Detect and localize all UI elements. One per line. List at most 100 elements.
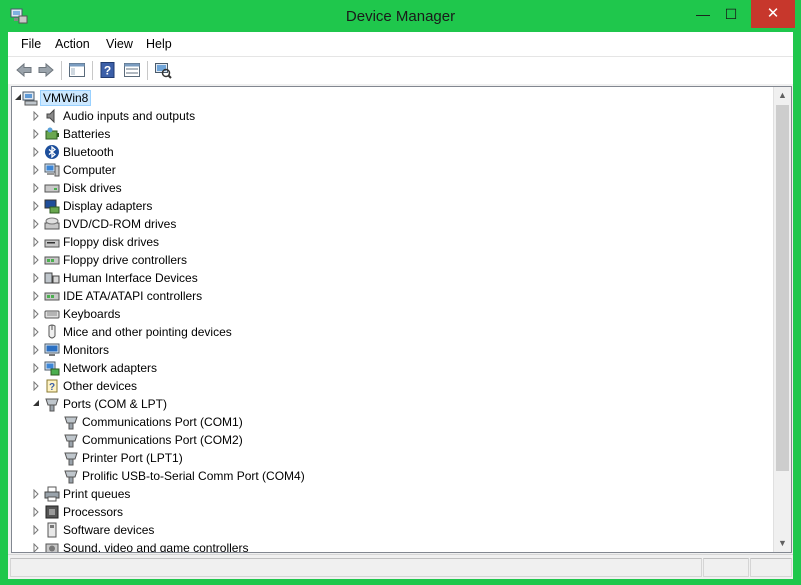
- tree-device-node[interactable]: Communications Port (COM1): [12, 413, 767, 431]
- svg-text:?: ?: [104, 64, 111, 78]
- sound-icon: [45, 543, 59, 552]
- title-bar[interactable]: Device Manager — ☐ ✕: [0, 0, 801, 32]
- tree-category-node[interactable]: Human Interface Devices: [12, 269, 767, 287]
- close-button[interactable]: ✕: [751, 0, 795, 28]
- expand-arrow-icon[interactable]: [32, 129, 40, 139]
- battery-icon: [45, 127, 59, 140]
- dvd-drive-icon: [44, 217, 60, 230]
- tree-node-label: Printer Port (LPT1): [82, 451, 183, 465]
- expand-arrow-icon[interactable]: [32, 147, 40, 157]
- tree-category-node[interactable]: Network adapters: [12, 359, 767, 377]
- tree-category-node[interactable]: Floppy drive controllers: [12, 251, 767, 269]
- expand-arrow-icon[interactable]: [32, 201, 40, 211]
- menu-action[interactable]: Action: [55, 37, 90, 51]
- expand-arrow-icon[interactable]: [32, 183, 40, 193]
- help-icon[interactable]: ?: [99, 61, 117, 79]
- tree-category-node[interactable]: Print queues: [12, 485, 767, 503]
- tree-node-label: Audio inputs and outputs: [63, 109, 196, 123]
- status-bar: [8, 554, 793, 579]
- tree-node-label: Processors: [63, 505, 124, 519]
- tree-category-node[interactable]: Bluetooth: [12, 143, 767, 161]
- scroll-down-arrow[interactable]: ▼: [774, 535, 791, 552]
- tree-category-node[interactable]: ? Other devices: [12, 377, 767, 395]
- network-adapter-icon: [44, 361, 60, 376]
- tree-node-label: Computer: [63, 163, 116, 177]
- window-title: Device Manager: [345, 8, 456, 25]
- menu-file[interactable]: File: [21, 37, 41, 51]
- expand-arrow-icon[interactable]: [32, 345, 40, 355]
- expand-arrow-icon[interactable]: [32, 219, 40, 229]
- mouse-icon: [48, 324, 56, 339]
- tree-node-label: Human Interface Devices: [63, 271, 198, 285]
- scroll-up-arrow[interactable]: ▲: [774, 87, 791, 104]
- collapse-arrow-icon[interactable]: [14, 93, 22, 103]
- disk-drive-icon: [44, 184, 60, 193]
- tree-category-node[interactable]: Display adapters: [12, 197, 767, 215]
- expand-arrow-icon[interactable]: [32, 327, 40, 337]
- menu-help[interactable]: Help: [146, 37, 172, 51]
- tree-node-label: Monitors: [63, 343, 110, 357]
- scan-hardware-changes-icon[interactable]: [154, 61, 172, 79]
- port-icon: [64, 452, 78, 466]
- expand-arrow-icon[interactable]: [32, 309, 40, 319]
- tree-node-label: Disk drives: [63, 181, 122, 195]
- expand-arrow-icon[interactable]: [32, 489, 40, 499]
- collapse-arrow-icon[interactable]: [32, 399, 40, 409]
- tree-root-node[interactable]: VMWin8: [12, 89, 767, 107]
- tree-category-node[interactable]: Floppy disk drives: [12, 233, 767, 251]
- tree-category-node[interactable]: Ports (COM & LPT): [12, 395, 767, 413]
- tree-category-node[interactable]: Computer: [12, 161, 767, 179]
- expand-arrow-icon[interactable]: [32, 165, 40, 175]
- tree-category-node[interactable]: Processors: [12, 503, 767, 521]
- port-icon: [64, 470, 78, 484]
- vertical-scrollbar[interactable]: ▲ ▼: [773, 87, 791, 552]
- tree-device-node[interactable]: Communications Port (COM2): [12, 431, 767, 449]
- expand-arrow-icon[interactable]: [32, 255, 40, 265]
- tree-node-label: DVD/CD-ROM drives: [63, 217, 177, 231]
- tree-device-node[interactable]: Prolific USB-to-Serial Comm Port (COM4): [12, 467, 767, 485]
- controller-icon: [44, 292, 60, 301]
- expand-arrow-icon[interactable]: [32, 543, 40, 553]
- toolbar: ?: [8, 56, 793, 84]
- scrollbar-thumb[interactable]: [776, 105, 789, 471]
- expand-arrow-icon[interactable]: [32, 237, 40, 247]
- expand-arrow-icon[interactable]: [32, 273, 40, 283]
- minimize-button[interactable]: —: [689, 0, 717, 28]
- tree-node-label: Other devices: [63, 379, 138, 393]
- expand-arrow-icon[interactable]: [32, 381, 40, 391]
- back-icon[interactable]: [15, 61, 33, 79]
- properties-icon[interactable]: [123, 61, 141, 79]
- expand-arrow-icon[interactable]: [32, 507, 40, 517]
- tree-category-node[interactable]: Batteries: [12, 125, 767, 143]
- status-bar-panel: [750, 558, 792, 577]
- tree-category-node[interactable]: DVD/CD-ROM drives: [12, 215, 767, 233]
- tree-node-label: VMWin8: [40, 90, 92, 106]
- device-tree[interactable]: VMWin8 Audio inputs and outputs Batteries B…: [11, 86, 792, 553]
- maximize-button[interactable]: ☐: [717, 0, 745, 28]
- tree-node-label: Floppy disk drives: [63, 235, 160, 249]
- expand-arrow-icon[interactable]: [32, 525, 40, 535]
- status-bar-panel: [10, 558, 702, 577]
- tree-node-label: Print queues: [63, 487, 131, 501]
- expand-arrow-icon[interactable]: [32, 291, 40, 301]
- monitor-icon: [44, 343, 60, 356]
- tree-node-label: Mice and other pointing devices: [63, 325, 232, 339]
- tree-node-label: Prolific USB-to-Serial Comm Port (COM4): [82, 469, 305, 483]
- tree-category-node[interactable]: IDE ATA/ATAPI controllers: [12, 287, 767, 305]
- tree-node-label: Bluetooth: [63, 145, 114, 159]
- tree-category-node[interactable]: Disk drives: [12, 179, 767, 197]
- tree-category-node[interactable]: Mice and other pointing devices: [12, 323, 767, 341]
- expand-arrow-icon[interactable]: [32, 363, 40, 373]
- port-icon: [45, 398, 59, 412]
- tree-node-label: Keyboards: [63, 307, 121, 321]
- menu-view[interactable]: View: [106, 37, 133, 51]
- expand-arrow-icon[interactable]: [32, 111, 40, 121]
- tree-category-node[interactable]: Sound, video and game controllers: [12, 539, 767, 553]
- tree-category-node[interactable]: Audio inputs and outputs: [12, 107, 767, 125]
- show-hide-console-tree-icon[interactable]: [68, 61, 86, 79]
- tree-category-node[interactable]: Software devices: [12, 521, 767, 539]
- tree-category-node[interactable]: Monitors: [12, 341, 767, 359]
- forward-icon[interactable]: [37, 61, 55, 79]
- tree-device-node[interactable]: Printer Port (LPT1): [12, 449, 767, 467]
- tree-category-node[interactable]: Keyboards: [12, 305, 767, 323]
